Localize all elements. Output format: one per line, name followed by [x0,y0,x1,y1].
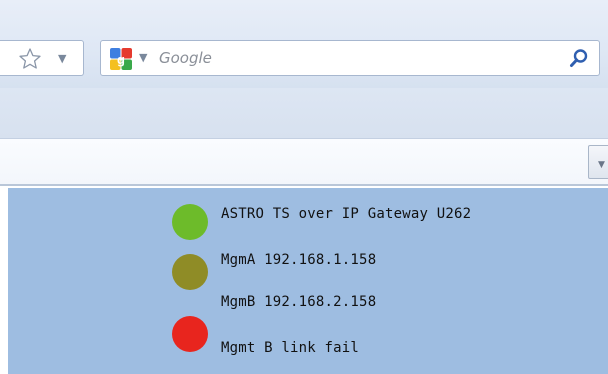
status-row: Mgmt B link fail [8,316,608,356]
status-indicator [172,254,208,290]
magnifier-icon[interactable] [569,48,589,68]
status-label: Mgmt B link fail [221,340,360,356]
chevron-down-icon: ▼ [598,160,605,170]
address-bar[interactable]: ▼ [0,40,84,76]
status-label: MgmB 192.168.2.158 [221,294,377,310]
search-input[interactable] [159,45,539,71]
status-label: MgmA 192.168.1.158 [221,252,377,268]
svg-text:g: g [117,52,125,67]
toolbar-spacer [0,88,608,138]
status-row: ASTRO TS over IP Gateway U262 [8,198,608,240]
navigation-toolbar: ▼ g ▼ [0,0,608,88]
status-indicator [172,204,208,240]
search-box[interactable]: g ▼ [100,40,600,76]
star-icon[interactable] [18,47,42,71]
browser-window: ▼ g ▼ ▼ ASTRO TS over IP G [0,0,608,374]
divider [0,184,608,186]
chevron-down-icon[interactable]: ▼ [139,48,147,68]
google-icon[interactable]: g [109,47,133,71]
chevron-down-icon[interactable]: ▼ [58,49,66,69]
tab-list-button[interactable]: ▼ [588,145,608,179]
status-label: ASTRO TS over IP Gateway U262 [221,206,472,222]
status-row: MgmA 192.168.1.158 [8,246,608,290]
status-indicator [172,316,208,352]
tab-strip: ▼ [0,138,608,184]
status-panel: ASTRO TS over IP Gateway U262 MgmA 192.1… [8,188,608,374]
